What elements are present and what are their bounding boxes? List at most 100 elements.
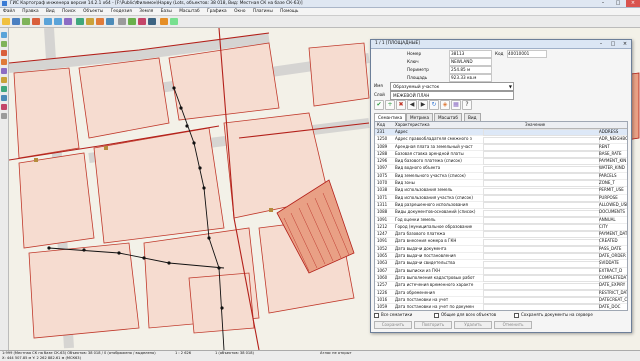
cell-value[interactable] [483,202,600,210]
print-icon[interactable] [118,18,126,25]
ruler-tool-icon[interactable] [1,113,7,119]
pointer-icon[interactable] [1,32,7,38]
table-row[interactable]: 1226 Дата обременения RESTRICT_DATE [375,290,627,297]
area-field[interactable]: 923.33 кв.м [449,74,492,82]
dialog-minimize-icon[interactable]: – [595,40,607,48]
table-row[interactable]: 1088 Виды документов-оснований (список) DO… [375,209,627,217]
point-tool-icon[interactable] [1,68,7,74]
number-field[interactable]: 38113 [449,50,492,58]
col-value[interactable]: Значение [525,122,545,128]
table-row[interactable]: 1067 Дата выписки из ГКН EXTRACT_D [375,268,627,275]
cell-value[interactable] [483,275,600,283]
menu-file[interactable]: Файл [3,9,15,14]
menu-graphics[interactable]: Графика [207,9,227,14]
col-code[interactable]: Код [377,122,392,128]
table-row[interactable]: 1257 Дата истечения временного характе DAT… [375,282,627,290]
table-icon[interactable]: ▦ [451,100,461,110]
key-field[interactable]: NEWLAND [449,58,492,66]
cell-value[interactable] [483,173,600,181]
cell-value[interactable] [483,231,600,239]
table-row[interactable]: 1059 Дата постановки на учет по докумен DA… [375,304,627,310]
menu-search[interactable]: Поиск [62,9,76,14]
line-tool-icon[interactable] [1,50,7,56]
table-row[interactable]: 1038 Вид использования земель PERMIT_USE [375,187,627,195]
cell-value[interactable] [483,209,600,217]
measure-icon[interactable] [86,18,94,25]
cell-value[interactable] [483,136,600,144]
help-icon[interactable]: ? [462,100,472,110]
map-icon[interactable]: ◈ [440,100,450,110]
cell-value[interactable] [483,238,600,246]
delete-icon[interactable] [32,18,40,25]
all-semantics-checkbox[interactable]: Все семантики [374,312,412,318]
table-row[interactable]: 1060 Дата выполнения кадастровых работ COM… [375,275,627,283]
snap-tool-icon[interactable] [1,86,7,92]
table-row[interactable]: 1247 Дата базового платежа PAYMENT_DAT [375,231,627,239]
cell-value[interactable] [483,297,600,305]
layers-icon[interactable] [22,18,30,25]
menu-plugins[interactable]: Плагины [253,9,273,14]
table-row[interactable]: 1212 Город (муниципальное образование CITY [375,224,627,232]
merge-tool-icon[interactable] [1,104,7,110]
refresh-icon[interactable] [128,18,136,25]
info-icon[interactable] [138,18,146,25]
import-icon[interactable] [170,18,178,25]
text-tool-icon[interactable] [1,77,7,83]
repeat-button[interactable]: Повторить [414,321,452,329]
delete-x-icon[interactable]: ✖ [396,100,406,110]
settings-icon[interactable] [148,18,156,25]
cell-value[interactable] [483,224,600,232]
pan-icon[interactable] [64,18,72,25]
table-row[interactable]: 1016 Дата постановки на учет DATECREAT_C [375,297,627,305]
save-icon[interactable] [12,18,20,25]
cell-value[interactable] [483,289,600,297]
table-row[interactable]: 1089 Арендная плата за земельный участ REN… [375,144,627,151]
menu-objects[interactable]: Объекты [83,9,103,14]
save-docs-server-checkbox[interactable]: Сохранять документы на сервере [514,312,593,318]
table-row[interactable]: 1071 Вид использования участка (список) PU… [375,195,627,202]
prev-icon[interactable]: ◀ [407,100,417,110]
menu-land[interactable]: Земля [139,9,153,14]
table-row[interactable]: 1052 Дата выдачи документа PASS_DATE [375,246,627,254]
table-row[interactable]: 1065 Дата выдачи постановления DATE_ORDER [375,253,627,261]
save-button[interactable]: Сохранить [374,321,412,329]
split-tool-icon[interactable] [1,95,7,101]
table-row[interactable]: 1296 Вид базового платежа (список) PAYMENT… [375,158,627,166]
table-row[interactable]: 1091 Год оценки земель ANNUAL [375,217,627,224]
open-folder-icon[interactable] [2,18,10,25]
table-row[interactable]: 1250 Адрес правообладателя смежного з ADR_… [375,136,627,144]
minimize-icon[interactable]: – [596,0,610,7]
cancel-button[interactable]: Отменить [494,321,532,329]
layer-select[interactable]: МЕЖЕВОЙ ПЛАН [390,91,514,100]
menu-databases[interactable]: Базы [161,9,172,14]
table-row[interactable]: 1288 Базовая ставка арендной платы BASE_RA… [375,151,627,159]
select-icon[interactable] [76,18,84,25]
cell-value[interactable] [483,282,600,290]
cell-value[interactable] [483,260,600,268]
type-select[interactable]: Образуемый участок ▼ [390,82,514,91]
cell-value[interactable] [483,194,600,202]
edit-vertex-icon[interactable] [106,18,114,25]
cell-value[interactable] [483,180,600,188]
cell-value[interactable] [483,216,600,224]
table-row[interactable]: 1311 Вид разрешенного использования ALLOWE… [375,202,627,210]
export-icon[interactable] [160,18,168,25]
zoom-out-icon[interactable] [54,18,62,25]
apply-check-icon[interactable]: ✔ [374,100,384,110]
cell-value[interactable] [483,129,600,137]
table-row[interactable]: 1070 Вид зоны ZONE_T [375,180,627,188]
polygon-tool-icon[interactable] [1,59,7,65]
menu-window[interactable]: Окно [234,9,245,14]
cell-value[interactable] [483,304,600,310]
common-objects-checkbox[interactable]: Общие для всех объектов [434,312,496,318]
cell-value[interactable] [483,246,600,254]
next-icon[interactable]: ▶ [418,100,428,110]
table-row[interactable]: 231 Адрес ADDRESS [375,129,627,137]
dialog-close-icon[interactable]: × [619,40,631,48]
close-icon[interactable]: × [626,0,640,7]
table-row[interactable]: 1075 Вид земельного участка (список) PARCE… [375,173,627,181]
table-row[interactable]: 1097 Вид водного объекта WATER_KIND [375,165,627,173]
cell-value[interactable] [483,187,600,195]
menu-view[interactable]: Вид [46,9,55,14]
menu-edit[interactable]: Правка [22,9,38,14]
